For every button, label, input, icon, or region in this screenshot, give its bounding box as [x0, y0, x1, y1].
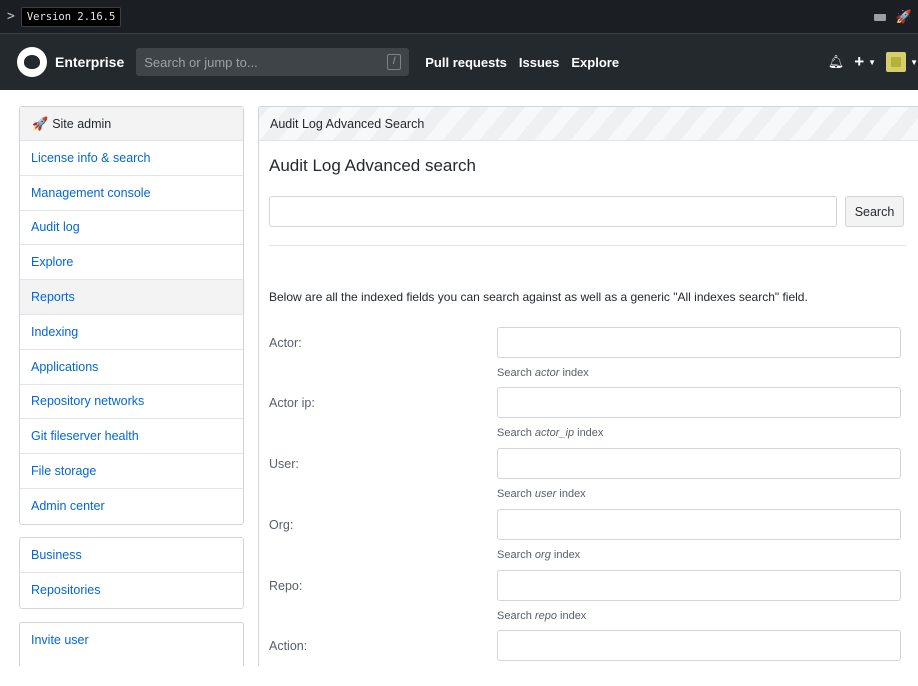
- sidebar-item-file-storage[interactable]: File storage: [20, 454, 243, 489]
- audit-log-panel: Audit Log Advanced Search Audit Log Adva…: [258, 106, 918, 666]
- org-input[interactable]: [497, 509, 901, 540]
- divider: [269, 245, 906, 246]
- global-header: Enterprise Search or jump to... / Pull r…: [0, 33, 918, 90]
- user-input[interactable]: [497, 448, 901, 479]
- avatar[interactable]: [886, 52, 907, 72]
- nav-pull-requests[interactable]: Pull requests: [425, 55, 507, 70]
- field-row-actor: Actor: Search actor index: [269, 327, 909, 383]
- sidebar-item-reports[interactable]: Reports: [20, 280, 243, 315]
- sidebar-item-management-console[interactable]: Management console: [20, 176, 243, 211]
- field-label: Action:: [269, 639, 308, 653]
- field-row-org: Org: Search org index: [269, 509, 909, 565]
- field-label: Org:: [269, 518, 294, 532]
- rocket-icon[interactable]: 🚀: [896, 9, 912, 25]
- sidebar-item-repositories[interactable]: Repositories: [20, 573, 243, 608]
- sidebar-title: Site admin: [52, 116, 112, 131]
- caret-down-icon[interactable]: ▼: [868, 58, 876, 67]
- nav-issues[interactable]: Issues: [519, 55, 559, 70]
- field-row-user: User: Search user index: [269, 448, 909, 504]
- search-button[interactable]: Search: [845, 196, 904, 227]
- panel-header: Audit Log Advanced Search: [259, 107, 918, 141]
- site-admin-menu: 🚀 Site admin License info & search Manag…: [19, 106, 244, 525]
- field-help: Search repo index: [497, 610, 587, 622]
- sidebar-item-git-fileserver-health[interactable]: Git fileserver health: [20, 419, 243, 455]
- page-title: Audit Log Advanced search: [269, 156, 476, 175]
- field-label: Repo:: [269, 579, 303, 593]
- slash-shortcut-icon: /: [387, 54, 402, 70]
- sidebar-item-explore[interactable]: Explore: [20, 245, 243, 281]
- field-row-actor-ip: Actor ip: Search actor_ip index: [269, 387, 909, 443]
- bell-icon[interactable]: 🔔︎: [828, 54, 845, 70]
- sidebar-item-repository-networks[interactable]: Repository networks: [20, 385, 243, 420]
- global-search-input[interactable]: Search or jump to... /: [136, 48, 410, 76]
- search-row: Search: [269, 196, 904, 227]
- search-placeholder: Search or jump to...: [144, 54, 258, 70]
- sidebar-item-business[interactable]: Business: [20, 538, 243, 573]
- rocket-icon: 🚀: [32, 115, 49, 131]
- field-label: Actor ip:: [269, 396, 315, 410]
- sidebar-item-invite-user[interactable]: Invite user: [20, 623, 243, 658]
- sidebar-group-users: Invite user: [19, 622, 244, 666]
- sidebar-item-indexing[interactable]: Indexing: [20, 315, 243, 350]
- action-input[interactable]: [497, 630, 901, 661]
- sidebar-group-business: Business Repositories: [19, 537, 244, 609]
- field-row-repo: Repo: Search repo index: [269, 570, 909, 626]
- sidebar-item-admin-center[interactable]: Admin center: [20, 489, 243, 524]
- plus-icon[interactable]: +: [854, 52, 864, 72]
- brand-name[interactable]: Enterprise: [55, 54, 124, 70]
- actor-input[interactable]: [497, 327, 901, 358]
- chevron-right-icon[interactable]: >: [7, 9, 15, 24]
- field-label: User:: [269, 457, 299, 471]
- version-bar: > Version 2.16.5 🚀: [0, 0, 918, 33]
- version-badge: Version 2.16.5: [20, 6, 122, 27]
- field-help: Search actor_ip index: [497, 427, 604, 439]
- field-label: Actor:: [269, 336, 302, 350]
- repo-input[interactable]: [497, 570, 901, 601]
- field-help: Search org index: [497, 549, 581, 561]
- header-nav: Pull requests Issues Explore: [425, 55, 619, 70]
- fields-description: Below are all the indexed fields you can…: [269, 290, 808, 304]
- sidebar-item-applications[interactable]: Applications: [20, 350, 243, 385]
- sidebar-item-audit-log[interactable]: Audit log: [20, 211, 243, 246]
- sidebar-header: 🚀 Site admin: [20, 107, 243, 141]
- keyboard-icon[interactable]: [873, 13, 886, 21]
- nav-explore[interactable]: Explore: [571, 55, 619, 70]
- field-row-action: Action:: [269, 630, 909, 686]
- sidebar-item-license[interactable]: License info & search: [20, 141, 243, 176]
- field-help: Search actor index: [497, 367, 589, 379]
- audit-search-input[interactable]: [269, 196, 837, 227]
- actor-ip-input[interactable]: [497, 387, 901, 418]
- github-logo-icon[interactable]: [17, 47, 47, 77]
- avatar-caret-down-icon[interactable]: ▼: [910, 58, 918, 67]
- field-help: Search user index: [497, 488, 586, 500]
